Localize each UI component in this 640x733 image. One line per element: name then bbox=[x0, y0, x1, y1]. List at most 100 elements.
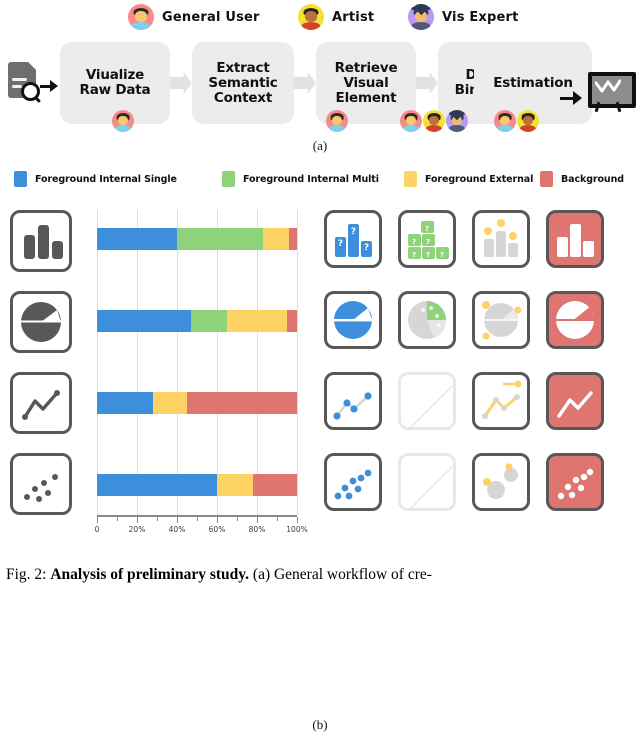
legend-swatch bbox=[14, 171, 27, 187]
axis-tick-label: 100% bbox=[286, 525, 308, 534]
workflow-step-label: Viualize Raw Data bbox=[79, 67, 151, 98]
persona-legend-item-general-user: General User bbox=[128, 4, 260, 30]
bar-segment bbox=[97, 310, 191, 332]
bar-segment bbox=[263, 228, 289, 250]
row-icon-bar-chart bbox=[10, 210, 72, 272]
workflow-step-avatars bbox=[494, 110, 539, 132]
thumbnail-bar-background bbox=[546, 210, 604, 268]
bar-segment bbox=[217, 474, 253, 496]
svg-text:?: ? bbox=[412, 238, 416, 246]
bar-segment bbox=[97, 392, 153, 414]
axis-tick-label: 0 bbox=[94, 525, 100, 534]
thumbnail-line-background bbox=[546, 372, 604, 430]
presentation-board-icon bbox=[586, 70, 636, 112]
workflow-step-label: Retrieve Visual Element bbox=[334, 59, 398, 106]
general-user-avatar-icon bbox=[326, 110, 348, 132]
legend-item-foreground-external: Foreground External bbox=[404, 171, 533, 187]
row-icon-line-chart bbox=[10, 372, 72, 434]
chevron-right-icon bbox=[416, 72, 438, 94]
workflow-step-avatars bbox=[400, 110, 468, 132]
bar-segment bbox=[97, 474, 217, 496]
gridline bbox=[297, 210, 298, 515]
arrow-icon bbox=[560, 90, 582, 106]
stacked-bar-pie-chart bbox=[97, 310, 297, 332]
bar-segment bbox=[289, 228, 297, 250]
vis-expert-avatar-icon bbox=[408, 4, 434, 30]
general-user-avatar-icon bbox=[494, 110, 516, 132]
workflow-step-avatars bbox=[112, 110, 134, 132]
bar-segment bbox=[191, 310, 227, 332]
legend-label: Background bbox=[561, 173, 624, 185]
chevron-right-icon bbox=[294, 72, 316, 94]
persona-legend-item-vis-expert: Vis Expert bbox=[408, 4, 519, 30]
row-icon-pie-chart bbox=[10, 291, 72, 353]
svg-text:?: ? bbox=[338, 239, 343, 249]
svg-text:?: ? bbox=[426, 238, 430, 246]
bar-segment bbox=[187, 392, 297, 414]
legend-label: Foreground Internal Single bbox=[35, 173, 177, 185]
bar-segment bbox=[177, 228, 263, 250]
bar-segment bbox=[97, 228, 177, 250]
stacked-bar-scatter-plot bbox=[97, 474, 297, 496]
workflow-step-label: Extract Semantic Context bbox=[208, 59, 278, 106]
persona-label: Vis Expert bbox=[442, 9, 519, 25]
bar-segment bbox=[287, 310, 297, 332]
gridline bbox=[257, 210, 258, 515]
axis-tick-label: 80% bbox=[248, 525, 266, 534]
legend-label: Foreground External bbox=[425, 173, 534, 185]
workflow-diagram: Viualize Raw Data Extract Semantic Conte… bbox=[0, 42, 640, 134]
empty-slash-icon bbox=[407, 375, 453, 427]
legend-item-foreground-internal-single: Foreground Internal Single bbox=[14, 171, 177, 187]
chevron-right-icon bbox=[170, 72, 192, 94]
persona-legend-item-artist: Artist bbox=[298, 4, 374, 30]
thumbnail-line-external bbox=[472, 372, 530, 430]
svg-text:?: ? bbox=[440, 251, 444, 259]
axis-minor-tick bbox=[157, 517, 158, 521]
vis-expert-avatar-icon bbox=[446, 110, 468, 132]
legend-swatch bbox=[540, 171, 553, 187]
workflow-step-label: Estimation bbox=[493, 74, 573, 91]
svg-text:?: ? bbox=[351, 227, 356, 237]
thumbnail-line-internal-multi-empty bbox=[398, 372, 456, 430]
persona-label: General User bbox=[162, 9, 260, 25]
axis-tick bbox=[297, 517, 298, 523]
axis-tick bbox=[217, 517, 218, 523]
svg-text:?: ? bbox=[426, 251, 430, 259]
legend-swatch bbox=[222, 171, 235, 187]
thumbnail-pie-background bbox=[546, 291, 604, 349]
panel-a-workflow: General User Artist Vis Expert Viualize … bbox=[0, 0, 640, 160]
axis-minor-tick bbox=[277, 517, 278, 521]
gridline bbox=[177, 210, 178, 515]
thumbnail-bar-internal-multi: ?????? bbox=[398, 210, 456, 268]
thumbnail-pie-internal-multi bbox=[398, 291, 456, 349]
bar-segment bbox=[153, 392, 187, 414]
thumbnail-scatter-internal-single bbox=[324, 453, 382, 511]
panel-a-label: (a) bbox=[312, 138, 328, 153]
persona-label: Artist bbox=[332, 9, 375, 25]
arrow-icon bbox=[40, 78, 58, 94]
axis-tick bbox=[97, 517, 98, 523]
artist-avatar-icon bbox=[517, 110, 539, 132]
general-user-avatar-icon bbox=[128, 4, 154, 30]
thumbnail-pie-internal-single bbox=[324, 291, 382, 349]
artist-avatar-icon bbox=[298, 4, 324, 30]
bar-segment bbox=[227, 310, 287, 332]
bar-segment bbox=[253, 474, 297, 496]
thumbnail-scatter-internal-multi-empty bbox=[398, 453, 456, 511]
svg-text:?: ? bbox=[425, 225, 429, 233]
gridline bbox=[217, 210, 218, 515]
stacked-bar-line-chart bbox=[97, 392, 297, 414]
panel-b-label: (b) bbox=[312, 717, 328, 732]
axis-tick-label: 20% bbox=[128, 525, 146, 534]
legend-label: Foreground Internal Multi bbox=[243, 173, 379, 185]
axis-tick bbox=[257, 517, 258, 523]
legend-item-foreground-internal-multi: Foreground Internal Multi bbox=[222, 171, 379, 187]
workflow-step-extract-semantic-context: Extract Semantic Context bbox=[192, 42, 294, 124]
gridline bbox=[137, 210, 138, 515]
axis-tick bbox=[137, 517, 138, 523]
stacked-bar-plot bbox=[97, 210, 298, 515]
thumbnail-bar-external bbox=[472, 210, 530, 268]
legend-item-background: Background bbox=[540, 171, 624, 187]
thumbnail-bar-internal-single: ??? bbox=[324, 210, 382, 268]
axis-tick-label: 60% bbox=[208, 525, 226, 534]
